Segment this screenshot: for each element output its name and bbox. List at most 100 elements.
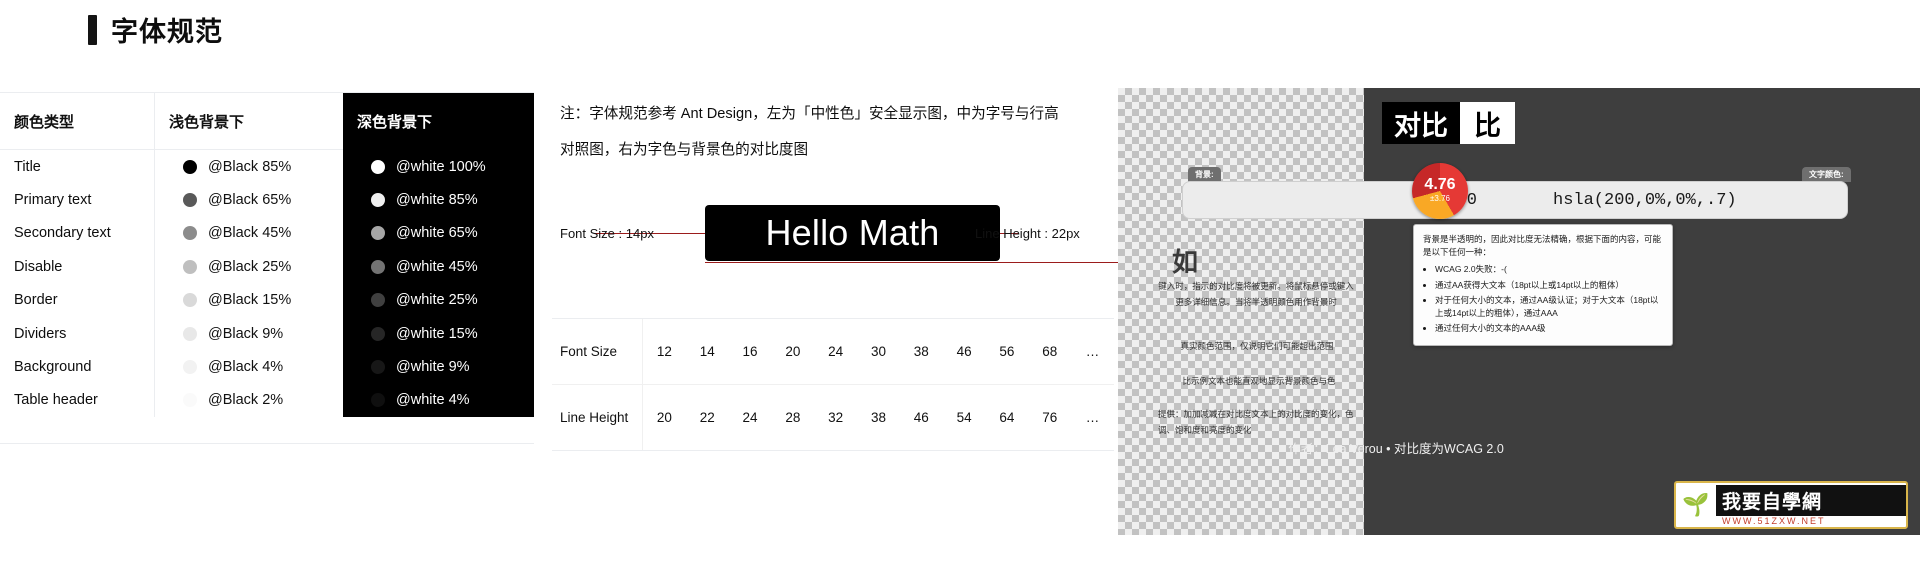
line-height-value: 22 <box>699 410 715 425</box>
title-accent-bar <box>88 14 97 45</box>
font-size-row-label: Font Size <box>552 319 643 384</box>
color-table-body: Title @Black 85% @white 100% Primary text @B… <box>0 150 534 418</box>
contrast-ratio-badge: 4.76 ±3.76 <box>1412 163 1468 219</box>
color-type-table: 颜色类型 浅色背景下 深色背景下 Title @Black 85% @white 1… <box>0 92 534 444</box>
color-table-row: Background @Black 4% @white 9% <box>0 350 534 384</box>
dark-bg-color-label: @white 9% <box>396 359 470 376</box>
light-bg-swatch-cell: @Black 15% <box>155 284 343 317</box>
light-bg-swatch-cell: @Black 85% <box>155 150 343 183</box>
font-size-value: 16 <box>742 344 758 359</box>
header-dark-bg: 深色背景下 <box>343 93 534 150</box>
foreground-chip-label: 文字颜色: <box>1802 167 1851 182</box>
typography-demo: Hello Math Font Size : 14px Line Height … <box>560 200 1135 290</box>
line-height-value: 24 <box>742 410 758 425</box>
dark-bg-color-label: @white 4% <box>396 392 470 409</box>
line-height-value: 76 <box>1042 410 1058 425</box>
dark-bg-color-label: @white 25% <box>396 292 478 309</box>
tooltip-item-list: WCAG 2.0失败：-( 通过AA获得大文本（18pt以上或14pt以上的粗体）… <box>1423 263 1663 335</box>
dark-bg-color-label: @white 100% <box>396 158 486 175</box>
tooltip-item: WCAG 2.0失败：-( <box>1435 263 1663 276</box>
light-bg-color-label: @Black 85% <box>208 158 292 175</box>
spec-note-line1: 注：字体规范参考 Ant Design，左为「中性色」安全显示图，中为字号与行高 <box>560 106 1059 122</box>
line-height-value: 28 <box>785 410 801 425</box>
line-height-row-label: Line Height <box>552 385 643 450</box>
dark-bg-swatch-cell: @white 4% <box>343 383 534 418</box>
font-size-value: 68 <box>1042 344 1058 359</box>
watermark-logo: 🌱 我要自學網 WWW.51ZXW.NET <box>1674 481 1908 529</box>
color-dot-icon <box>183 159 197 174</box>
color-dot-icon <box>183 393 197 408</box>
color-table-header: 颜色类型 浅色背景下 深色背景下 <box>0 93 534 150</box>
ghost-line-4: 提供：加加减减在对比度文本上的对比度的变化，色调、饱和度和亮度的变化 <box>1158 409 1354 436</box>
tooltip-item: 通过任何大小的文本的AAA级 <box>1435 322 1663 335</box>
line-height-value: 20 <box>656 410 672 425</box>
line-height-value: 54 <box>956 410 972 425</box>
color-table-row: Secondary text @Black 45% @white 65% <box>0 216 534 251</box>
line-height-value: … <box>1085 410 1100 425</box>
color-table-row: Table header @Black 2% @white 4% <box>0 383 534 418</box>
color-type-name: Background <box>0 350 155 384</box>
font-size-value: 46 <box>956 344 972 359</box>
color-type-name: Dividers <box>0 316 155 351</box>
color-dot-icon <box>371 226 385 241</box>
color-type-name: Title <box>0 150 155 184</box>
color-type-name: Primary text <box>0 183 155 217</box>
demo-rule-bottom <box>705 262 1135 263</box>
foreground-color-value[interactable]: hsla(200,0%,0%,.7) <box>1539 191 1847 210</box>
light-bg-color-label: @Black 2% <box>208 392 284 409</box>
tooltip-item: 通过AA获得大文本（18pt以上或14pt以上的粗体） <box>1435 279 1663 292</box>
dark-bg-swatch-cell: @white 85% <box>343 183 534 217</box>
color-type-name: Secondary text <box>0 216 155 251</box>
tooltip-intro: 背景是半透明的，因此对比度无法精确，根据下面的内容，可能是以下任何一种： <box>1423 234 1662 258</box>
background-chip-label: 背景: <box>1188 167 1221 182</box>
color-input-bar[interactable]: #00000 hsla(200,0%,0%,.7) <box>1182 181 1848 219</box>
color-type-name: Border <box>0 283 155 317</box>
contrast-ratio-value: 4.76 <box>1424 176 1456 194</box>
tooltip-item: 对于任何大小的文本，通过AA级认证；对于大文本（18pt以上或14pt以上的粗体… <box>1435 294 1663 320</box>
dark-bg-swatch-cell: @white 25% <box>343 283 534 317</box>
dark-bg-swatch-cell: @white 100% <box>343 150 534 184</box>
demo-sample-box: Hello Math <box>705 205 1000 261</box>
contrast-tooltip: 背景是半透明的，因此对比度无法精确，根据下面的内容，可能是以下任何一种： WCA… <box>1413 224 1673 347</box>
color-dot-icon <box>371 293 385 308</box>
light-bg-swatch-cell: @Black 25% <box>155 250 343 283</box>
demo-line-height-label: Line Height : 22px <box>975 226 1080 241</box>
color-dot-icon <box>371 159 385 174</box>
color-dot-icon <box>183 259 197 274</box>
logo-sub-text: WWW.51ZXW.NET <box>1722 515 1826 526</box>
color-table-row: Disable @Black 25% @white 45% <box>0 250 534 284</box>
ghost-line-2: 真实颜色范围，仅说明它们可能超出范围 <box>1180 341 1334 351</box>
background-color-value[interactable]: #00000 <box>1183 191 1539 210</box>
font-size-value: 24 <box>828 344 844 359</box>
line-height-value: 46 <box>913 410 929 425</box>
dark-bg-swatch-cell: @white 15% <box>343 316 534 351</box>
line-height-value: 64 <box>999 410 1015 425</box>
page-title: 字体规范 <box>88 10 223 49</box>
dark-bg-color-label: @white 65% <box>396 225 478 242</box>
logo-main-text: 我要自學網 <box>1716 484 1906 516</box>
color-dot-icon <box>371 259 385 274</box>
light-bg-color-label: @Black 25% <box>208 258 292 275</box>
font-size-value: … <box>1085 344 1100 359</box>
font-size-value: 20 <box>785 344 801 359</box>
spec-note: 注：字体规范参考 Ant Design，左为「中性色」安全显示图，中为字号与行高… <box>560 96 1090 168</box>
demo-sample-text: Hello Math <box>765 212 940 253</box>
contrast-heading: 对比 比 <box>1382 102 1515 144</box>
font-size-value: 12 <box>656 344 672 359</box>
demo-font-size-label: Font Size : 14px <box>560 226 654 241</box>
dark-bg-swatch-cell: @white 9% <box>343 350 534 384</box>
dark-bg-color-label: @white 15% <box>396 325 478 342</box>
ghost-line-1: 键入时，指示的对比度将被更新。将鼠标悬停或键入更多详细信息。当将半透明颜色用作背… <box>1158 281 1354 308</box>
contrast-heading-light: 比 <box>1460 102 1515 144</box>
spec-note-line2: 对照图，右为字色与背景色的对比度图 <box>560 142 809 158</box>
color-type-name: Disable <box>0 250 155 284</box>
font-size-table: Font Size 12 14 16 20 24 30 38 46 56 68 … Line Hei… <box>552 318 1114 451</box>
color-table-row: Dividers @Black 9% @white 15% <box>0 316 534 351</box>
dark-bg-color-label: @white 45% <box>396 258 478 275</box>
font-size-value: 38 <box>913 344 929 359</box>
color-dot-icon <box>371 326 385 341</box>
dark-bg-swatch-cell: @white 45% <box>343 250 534 284</box>
color-table-row: Primary text @Black 65% @white 85% <box>0 183 534 217</box>
contrast-ratio-delta: ±3.76 <box>1430 194 1450 204</box>
header-color-type: 颜色类型 <box>0 93 155 150</box>
